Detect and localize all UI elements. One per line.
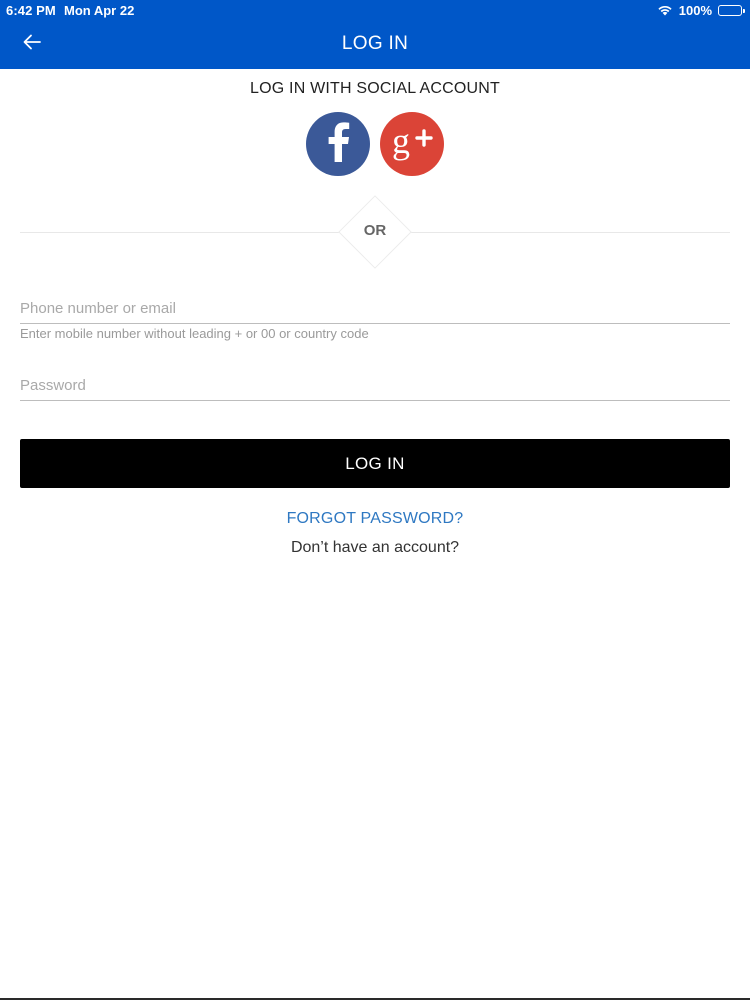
- facebook-icon: [325, 121, 351, 167]
- status-indicators: 100%: [657, 2, 745, 18]
- or-divider-text: OR: [363, 222, 387, 239]
- signup-link[interactable]: Don’t have an account?: [0, 539, 750, 557]
- login-button[interactable]: LOG IN: [20, 439, 730, 488]
- forgot-password-link[interactable]: FORGOT PASSWORD?: [0, 510, 750, 528]
- wifi-icon: [657, 4, 673, 16]
- facebook-login-button[interactable]: [306, 112, 370, 176]
- phone-helper-text: Enter mobile number without leading + or…: [20, 326, 369, 341]
- top-app-bar: 6:42 PM Mon Apr 22 100% LOG IN: [0, 0, 750, 69]
- google-plus-icon: g: [390, 121, 434, 167]
- svg-text:g: g: [392, 122, 410, 161]
- battery-icon: [718, 4, 745, 16]
- login-screen: 6:42 PM Mon Apr 22 100% LOG IN LOG IN WI…: [0, 0, 750, 1000]
- social-buttons: g: [0, 112, 750, 176]
- social-login-heading: LOG IN WITH SOCIAL ACCOUNT: [250, 80, 500, 97]
- phone-email-input[interactable]: [20, 294, 730, 324]
- password-input[interactable]: [20, 371, 730, 401]
- status-time: 6:42 PM: [6, 3, 56, 18]
- battery-percentage: 100%: [678, 2, 712, 18]
- status-date: Mon Apr 22: [64, 3, 135, 18]
- google-plus-login-button[interactable]: g: [380, 112, 444, 176]
- page-title: LOG IN: [341, 33, 409, 54]
